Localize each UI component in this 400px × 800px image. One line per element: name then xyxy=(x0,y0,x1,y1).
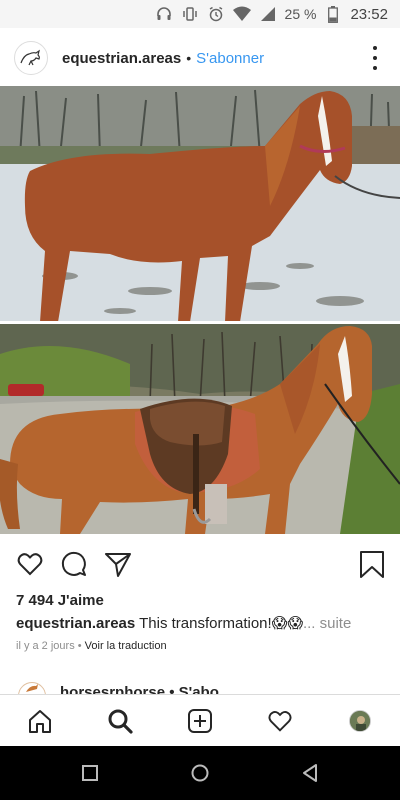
caption-text: This transformation!😱😱 xyxy=(135,615,303,632)
search-icon[interactable] xyxy=(106,707,134,735)
separator-dot: • xyxy=(186,50,192,66)
comment-icon[interactable] xyxy=(60,550,88,578)
battery-icon xyxy=(324,5,342,23)
android-navigation-bar xyxy=(0,746,400,800)
avatar[interactable] xyxy=(14,41,48,75)
horse-logo-icon xyxy=(20,49,40,66)
activity-heart-icon[interactable] xyxy=(266,707,294,735)
meta-separator: • xyxy=(74,640,85,652)
post-image-before[interactable] xyxy=(0,86,400,322)
caption-more-link[interactable]: ... suite xyxy=(303,615,351,632)
battery-percent: 25 % xyxy=(284,6,317,22)
bookmark-icon[interactable] xyxy=(358,550,386,578)
bottom-navigation xyxy=(0,694,400,746)
post-username[interactable]: equestrian.areas xyxy=(62,50,181,67)
home-circle-icon[interactable] xyxy=(188,761,212,785)
post-header: equestrian.areas • S'abonner xyxy=(0,36,400,80)
horse-head-icon xyxy=(26,684,38,692)
headphones-icon xyxy=(155,5,173,23)
profile-avatar-icon[interactable] xyxy=(346,707,374,735)
new-post-icon[interactable] xyxy=(186,707,214,735)
follow-button[interactable]: S'abonner xyxy=(196,50,264,67)
caption-username[interactable]: equestrian.areas xyxy=(16,615,135,632)
recent-apps-icon[interactable] xyxy=(78,761,102,785)
alarm-icon xyxy=(207,5,225,23)
home-icon[interactable] xyxy=(26,707,54,735)
clock: 23:52 xyxy=(350,5,388,23)
signal-icon xyxy=(259,5,277,23)
post-timestamp: il y a 2 jours xyxy=(16,640,75,652)
back-triangle-icon[interactable] xyxy=(298,761,322,785)
post-caption: equestrian.areas This transformation!😱😱.… xyxy=(16,614,386,634)
post-image-after[interactable] xyxy=(0,324,400,534)
more-options-icon[interactable] xyxy=(372,46,378,70)
post-actions xyxy=(0,548,400,582)
likes-count[interactable]: 7 494 J'aime xyxy=(16,592,104,609)
wifi-icon xyxy=(232,5,251,23)
like-heart-icon[interactable] xyxy=(16,550,44,578)
share-send-icon[interactable] xyxy=(104,550,132,578)
status-bar: 25 % 23:52 xyxy=(0,0,400,28)
vibrate-icon xyxy=(181,5,199,23)
post-meta: il y a 2 jours • Voir la traduction xyxy=(16,640,167,652)
see-translation-link[interactable]: Voir la traduction xyxy=(85,640,167,652)
